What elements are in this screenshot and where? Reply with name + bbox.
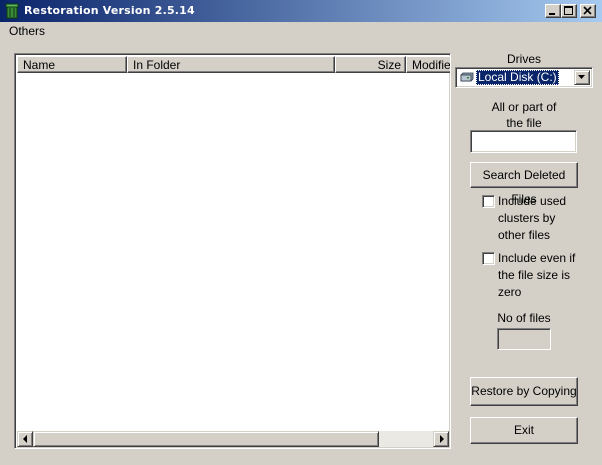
search-label: All or part of the file xyxy=(475,99,573,131)
column-header-modified[interactable]: Modified xyxy=(406,56,451,73)
search-label-line2: the file xyxy=(506,116,542,130)
minimize-icon xyxy=(549,13,555,15)
drives-selected-value: Local Disk (C:) xyxy=(476,70,559,85)
search-label-line1: All or part of xyxy=(491,100,557,114)
exit-button[interactable]: Exit xyxy=(470,417,578,444)
scroll-left-button[interactable] xyxy=(17,431,33,447)
maximize-icon xyxy=(564,6,573,15)
scroll-right-button[interactable] xyxy=(433,431,449,447)
include-used-clusters-line2: clusters by xyxy=(498,211,556,225)
include-used-clusters-label: Include used clusters by other files xyxy=(498,193,593,244)
menu-bar: Others xyxy=(0,22,602,40)
include-zero-size-label: Include even if the file size is zero xyxy=(498,250,593,301)
restore-by-copying-button[interactable]: Restore by Copying xyxy=(470,377,578,406)
include-used-clusters-checkbox[interactable] xyxy=(482,195,495,208)
recycle-bin-icon[interactable] xyxy=(4,3,20,19)
main-window: Restoration Version 2.5.14 Others Name I… xyxy=(0,0,602,465)
close-icon xyxy=(583,6,592,15)
include-used-clusters-line1: Include used xyxy=(498,194,567,208)
arrow-right-icon xyxy=(440,435,444,443)
column-header-name-label: Name xyxy=(23,58,56,72)
filename-search-input[interactable] xyxy=(470,130,577,153)
maximize-button[interactable] xyxy=(561,4,577,18)
drives-label: Drives xyxy=(506,52,541,66)
search-deleted-files-button[interactable]: Search Deleted Files xyxy=(470,162,578,206)
column-header-size-label: Size xyxy=(377,58,401,72)
hard-drive-icon xyxy=(460,72,474,86)
file-count-label: No of files xyxy=(497,311,551,325)
horizontal-scrollbar[interactable] xyxy=(17,431,449,447)
column-header-size[interactable]: Size xyxy=(335,56,406,73)
column-header-modified-label: Modified xyxy=(412,58,451,72)
file-count-field xyxy=(497,328,551,350)
column-header-in-folder[interactable]: In Folder xyxy=(127,56,335,73)
include-zero-size-checkbox[interactable] xyxy=(482,252,495,265)
drives-dropdown-button[interactable] xyxy=(574,70,590,85)
window-title: Restoration Version 2.5.14 xyxy=(24,4,195,17)
scroll-thumb[interactable] xyxy=(33,431,379,447)
column-header-in-folder-label: In Folder xyxy=(133,58,181,72)
title-bar[interactable]: Restoration Version 2.5.14 xyxy=(0,0,602,22)
include-zero-size-line3: zero xyxy=(498,285,522,299)
arrow-left-icon xyxy=(23,435,27,443)
drives-dropdown[interactable]: Local Disk (C:) xyxy=(455,67,593,88)
include-zero-size-line1: Include even if xyxy=(498,251,576,265)
include-zero-size-line2: the file size is xyxy=(498,268,571,282)
column-header-name[interactable]: Name xyxy=(17,56,127,73)
deleted-files-list[interactable]: Name In Folder Size Modified xyxy=(14,53,451,449)
menu-others[interactable]: Others xyxy=(9,24,45,38)
chevron-down-icon xyxy=(578,75,585,79)
close-button[interactable] xyxy=(580,4,596,18)
include-used-clusters-line3: other files xyxy=(498,228,551,242)
minimize-button[interactable] xyxy=(545,4,561,18)
